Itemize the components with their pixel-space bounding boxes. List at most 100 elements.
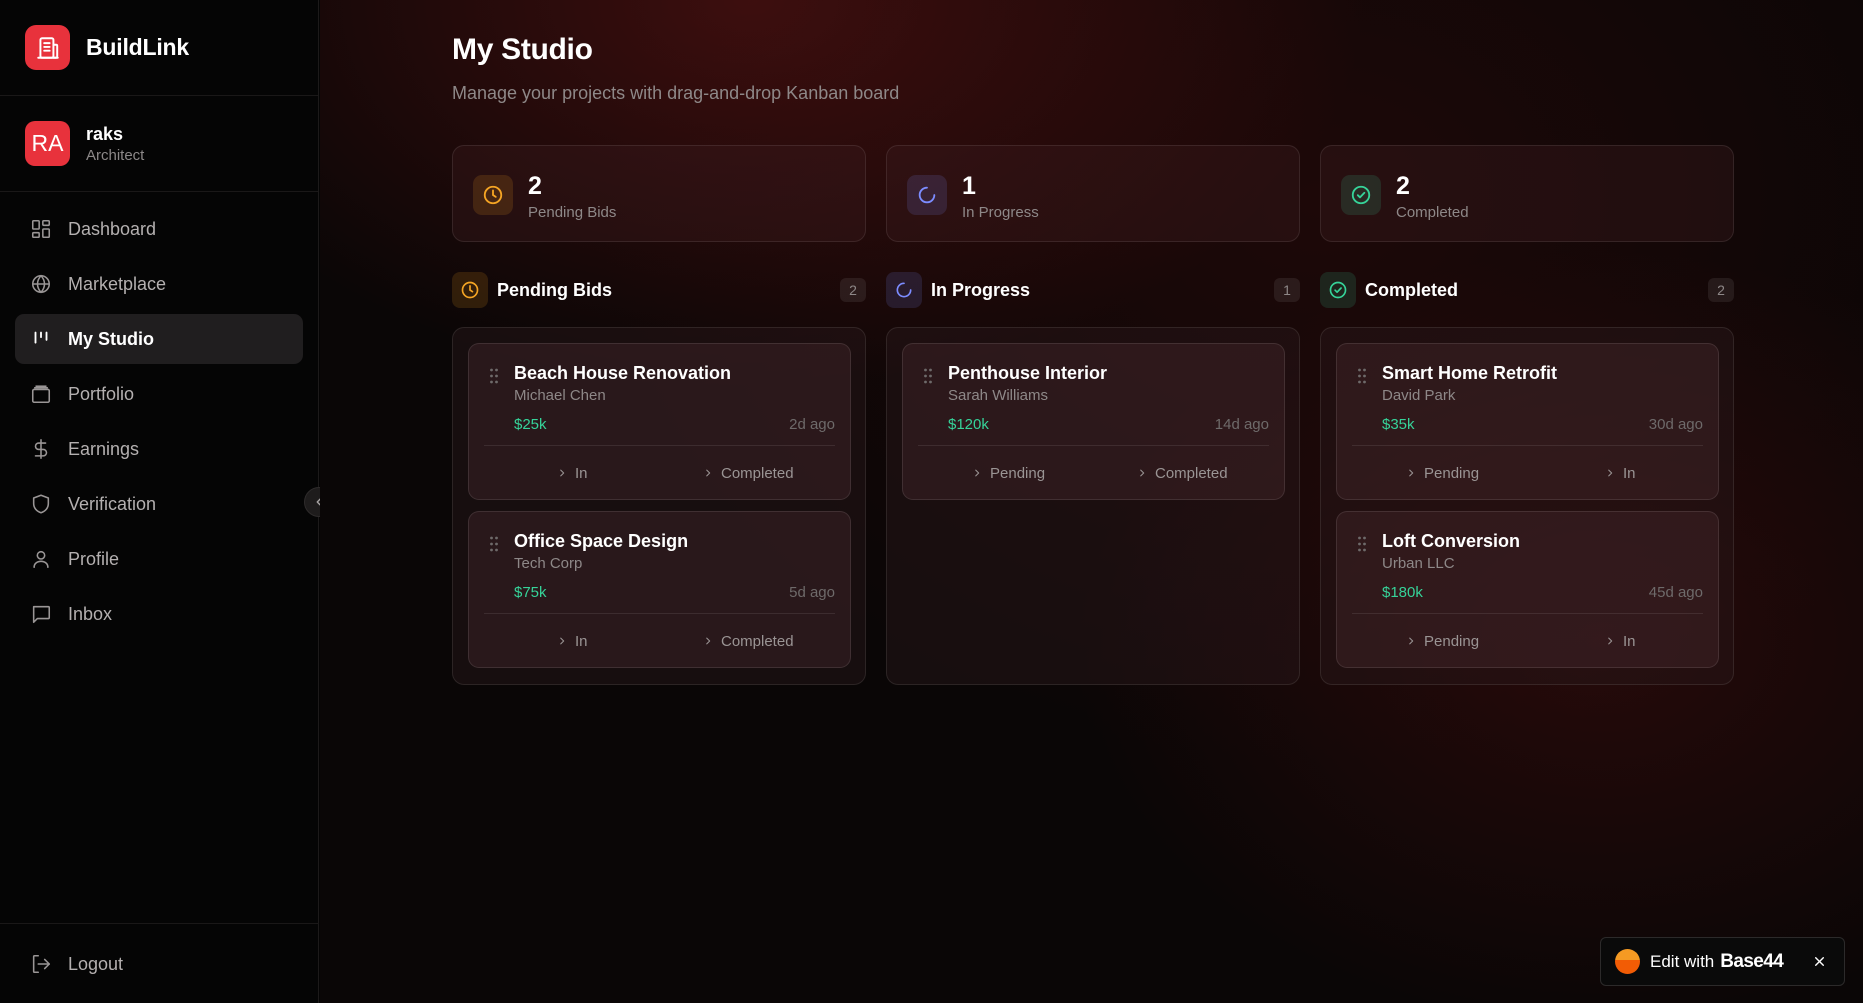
move-label: Completed [1155,464,1228,482]
kanban-column-completed[interactable]: Smart Home Retrofit David Park $35k 30d … [1320,327,1734,685]
loader-icon [907,175,947,215]
sidebar-item-label: Marketplace [68,273,167,294]
column-title: Completed [1365,280,1459,300]
stat-label: Completed [1396,204,1469,221]
card-price: $120k [948,416,989,433]
column-header-pending: Pending Bids 2 [452,272,866,308]
sidebar-item-label: Verification [68,493,157,514]
badge-prefix: Edit with [1650,951,1715,971]
sidebar-item-profile[interactable]: Profile [15,534,303,584]
card-price: $35k [1382,416,1415,433]
app-name: BuildLink [86,34,189,60]
sidebar-item-label: Dashboard [68,218,157,239]
main-content: My Studio Manage your projects with drag… [320,0,1863,1003]
stat-value: 2 [528,172,542,200]
card-title: Penthouse Interior [948,363,1108,383]
sidebar-item-portfolio[interactable]: Portfolio [15,369,303,419]
project-card[interactable]: Office Space Design Tech Corp $75k 5d ag… [468,511,851,668]
clock-icon [473,175,513,215]
page-subtitle: Manage your projects with drag-and-drop … [452,83,900,103]
column-count-badge: 2 [840,278,866,302]
card-age: 2d ago [789,416,835,433]
column-title: Pending Bids [497,280,613,300]
card-client: Sarah Williams [948,387,1049,404]
move-button[interactable]: Pending [1406,626,1479,656]
page-title: My Studio [452,33,593,66]
drag-handle-icon[interactable] [923,367,933,385]
sidebar-item-dashboard[interactable]: Dashboard [15,204,303,254]
badge-brand: Base44 [1720,950,1784,972]
card-client: Tech Corp [514,555,583,572]
card-price: $180k [1382,584,1423,601]
chevron-right-icon [560,469,565,477]
logout-button[interactable]: Logout [15,939,304,989]
project-card[interactable]: Loft Conversion Urban LLC $180k 45d ago … [1336,511,1719,668]
sidebar-item-verification[interactable]: Verification [15,479,303,529]
move-label: In [575,632,588,650]
avatar: RA [25,121,70,166]
user-icon [30,548,52,570]
move-button[interactable]: In [1605,458,1636,488]
drag-handle-icon[interactable] [489,367,499,385]
drag-handle-icon[interactable] [1357,367,1367,385]
divider [484,613,835,614]
card-title: Beach House Renovation [514,363,732,383]
column-header-in-progress: In Progress 1 [886,272,1300,308]
check-circle-icon [1320,272,1356,308]
stat-card-in-progress: 1 In Progress [886,145,1300,242]
move-button[interactable]: Completed [703,626,794,656]
move-label: Completed [721,464,794,482]
portfolio-icon [30,383,52,405]
kanban-column-in-progress[interactable]: Penthouse Interior Sarah Williams $120k … [886,327,1300,685]
move-button[interactable]: Pending [972,458,1045,488]
move-button[interactable]: In [557,458,588,488]
sidebar-item-earnings[interactable]: Earnings [15,424,303,474]
move-button[interactable]: In [1605,626,1636,656]
drag-handle-icon[interactable] [1357,535,1367,553]
divider [484,445,835,446]
card-age: 45d ago [1648,584,1703,601]
divider [1352,613,1703,614]
chevron-right-icon [706,637,711,645]
column-header-completed: Completed 2 [1320,272,1734,308]
chevron-right-icon [975,469,980,477]
move-label: In [1623,632,1636,650]
brand[interactable]: BuildLink [0,0,318,96]
clock-icon [452,272,488,308]
card-client: David Park [1382,387,1456,404]
chevron-right-icon [706,469,711,477]
drag-handle-icon[interactable] [489,535,499,553]
project-card[interactable]: Smart Home Retrofit David Park $35k 30d … [1336,343,1719,500]
card-price: $25k [514,416,547,433]
move-button[interactable]: Completed [703,458,794,488]
building-icon [25,25,70,70]
stat-value: 2 [1396,172,1410,200]
close-icon[interactable] [1810,952,1828,970]
project-card[interactable]: Beach House Renovation Michael Chen $25k… [468,343,851,500]
card-age: 30d ago [1648,416,1703,433]
chevron-right-icon [1608,469,1613,477]
move-button[interactable]: Completed [1137,458,1228,488]
move-button[interactable]: Pending [1406,458,1479,488]
divider [1352,445,1703,446]
project-card[interactable]: Penthouse Interior Sarah Williams $120k … [902,343,1285,500]
user-role: Architect [86,146,145,164]
sidebar-item-marketplace[interactable]: Marketplace [15,259,303,309]
stat-card-pending: 2 Pending Bids [452,145,866,242]
sidebar-item-my-studio[interactable]: My Studio [15,314,303,364]
user-profile[interactable]: RA raks Architect [0,96,318,192]
sidebar-item-label: Inbox [68,603,113,624]
move-label: In [1623,464,1636,482]
card-price: $75k [514,584,547,601]
kanban-column-pending[interactable]: Beach House Renovation Michael Chen $25k… [452,327,866,685]
move-label: Completed [721,632,794,650]
message-icon [30,603,52,625]
edit-with-base44-badge[interactable]: Edit with Base44 [1600,937,1845,986]
move-label: Pending [990,464,1046,482]
column-count-badge: 1 [1274,278,1300,302]
dollar-icon [30,438,52,460]
sidebar-item-inbox[interactable]: Inbox [15,589,303,639]
move-button[interactable]: In [557,626,588,656]
loader-icon [886,272,922,308]
base44-logo-icon [1615,949,1640,974]
